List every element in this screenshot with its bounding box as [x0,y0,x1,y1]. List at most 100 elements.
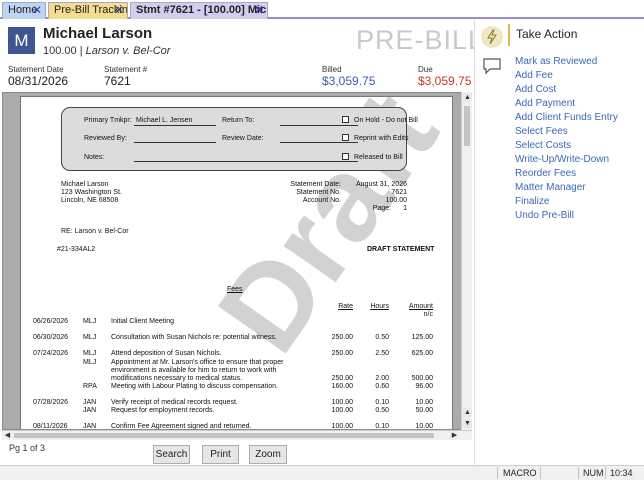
take-action-heading: Take Action [508,24,644,46]
matter-line: 100.00 | Larson v. Bel-Cor [43,45,170,57]
status-divider [605,467,606,479]
tab-statement-label: Stmt #7621 - [100.00] Mich... [136,4,268,16]
entry-amount: 96.00 [415,383,433,390]
entry-amount: 10.00 [415,399,433,406]
statement-no-value: 7621 [104,74,131,88]
review-date-label: Review Date: [222,135,264,142]
action-undo-prebill[interactable]: Undo Pre-Bill [515,210,574,221]
statement-no-label: Statement # [104,65,148,74]
doc-type-title: PRE-BILL [356,25,485,55]
scroll-up-icon[interactable]: ▲ [463,93,472,102]
entry-tk: RPA [83,383,97,390]
address-line: 123 Washington St. [61,189,122,196]
horizontal-scrollbar[interactable]: ◀ ▶ [2,430,472,440]
vertical-scrollbar[interactable]: ▲ ▲ ▼ [461,92,472,430]
entry-hours: 2.00 [375,375,389,382]
col-amount: Amount [408,303,433,310]
document-page: Draft Primary Tmkpr: Michael L. Jensen R… [20,96,453,430]
meta-label: Statement Date: [290,181,341,188]
lightning-icon[interactable] [481,26,503,48]
routing-box: Primary Tmkpr: Michael L. Jensen Return … [61,107,418,171]
entry-desc: Consultation with Susan Nichols re: pote… [111,334,277,341]
col-rate: Rate [338,303,353,310]
scroll-up-icon[interactable]: ▲ [463,408,472,417]
entry-desc: Confirm Fee Agreement signed and returne… [111,423,252,430]
entry-rate: 250.00 [331,334,353,341]
avatar: M [8,27,35,54]
entry-amount: 500.00 [411,375,433,382]
primary-tmkpr-line [134,125,216,126]
no-charge-label: n/c [423,311,433,318]
scroll-down-icon[interactable]: ▼ [463,419,472,428]
action-reorder-fees[interactable]: Reorder Fees [515,168,576,179]
close-icon[interactable]: ✕ [114,3,124,18]
action-add-payment[interactable]: Add Payment [515,98,575,109]
entry-desc: modifications necessary to medical statu… [111,375,243,382]
action-mark-reviewed[interactable]: Mark as Reviewed [515,56,597,67]
on-hold-checkbox[interactable] [342,116,349,123]
draft-statement-label: DRAFT STATEMENT [367,246,435,253]
close-icon[interactable]: ✕ [32,3,42,18]
action-select-costs[interactable]: Select Costs [515,140,571,151]
comment-icon[interactable] [482,56,502,76]
status-num: NUM [583,468,604,478]
primary-tmkpr-value: Michael L. Jensen [136,117,193,124]
entry-rate: 100.00 [331,399,353,406]
document-viewer[interactable]: Draft Primary Tmkpr: Michael L. Jensen R… [2,92,472,430]
entry-desc: Verify receipt of medical records reques… [111,399,238,406]
entry-hours: 2.50 [375,350,389,357]
matter-number: 100.00 [43,45,77,57]
status-divider [540,467,541,479]
billed-value: $3,059.75 [322,74,376,88]
primary-tmkpr-label: Primary Tmkpr: [84,117,132,124]
statement-date-label: Statement Date [8,65,64,74]
entry-date: 07/28/2026 [33,399,69,406]
action-matter-manager[interactable]: Matter Manager [515,182,586,193]
entry-amount: 50.00 [415,407,433,414]
notes-line [134,161,358,162]
entry-hours: 0.10 [375,423,389,430]
close-icon[interactable]: ✕ [254,3,264,18]
action-add-cost[interactable]: Add Cost [515,84,556,95]
entry-amount: 125.00 [411,334,433,341]
address-line: Lincoln, NE 68508 [61,197,119,204]
scroll-right-icon[interactable]: ▶ [450,431,459,440]
tab-home[interactable]: Home ✕ [2,2,46,19]
entry-tk: JAN [83,399,97,406]
released-checkbox[interactable] [342,153,349,160]
scroll-left-icon[interactable]: ◀ [3,431,12,440]
tab-prebill-tracking[interactable]: Pre-Bill Tracking ✕ [48,2,128,19]
entry-hours: 0.50 [375,407,389,414]
action-write-up-down[interactable]: Write-Up/Write-Down [515,154,609,165]
entry-tk: JAN [83,423,97,430]
address-line: Michael Larson [61,181,109,188]
status-divider [497,467,498,479]
notes-label: Notes: [84,154,105,161]
entry-hours: 0.60 [375,383,389,390]
meta-value: 7621 [391,189,407,196]
print-button[interactable]: Print [202,445,239,464]
horizontal-scroll-thumb[interactable] [14,433,434,438]
action-finalize[interactable]: Finalize [515,196,549,207]
entry-amount: 625.00 [411,350,433,357]
matter-separator: | [76,45,86,57]
entry-tk: MLJ [83,359,97,366]
entry-date: 06/26/2026 [33,318,69,325]
tab-statement[interactable]: Stmt #7621 - [100.00] Mich... ✕ [130,2,268,19]
client-name: Michael Larson [43,25,153,42]
action-add-client-funds[interactable]: Add Client Funds Entry [515,112,618,123]
vertical-scroll-thumb[interactable] [464,106,470,146]
action-add-fee[interactable]: Add Fee [515,70,553,81]
entry-rate: 250.00 [331,350,353,357]
entry-desc: Attend deposition of Susan Nichols. [111,350,222,357]
search-button[interactable]: Search [153,445,190,464]
entry-date: 08/11/2026 [33,423,68,430]
action-select-fees[interactable]: Select Fees [515,126,568,137]
zoom-button[interactable]: Zoom [249,445,287,464]
entry-tk: MLJ [83,318,97,325]
reprint-checkbox[interactable] [342,134,349,141]
entry-desc: environment is available for him to retu… [111,367,277,374]
re-line: RE: Larson v. Bel-Cor [61,228,129,235]
entry-date: 06/30/2026 [33,334,69,341]
meta-value: 100.00 [385,197,407,204]
